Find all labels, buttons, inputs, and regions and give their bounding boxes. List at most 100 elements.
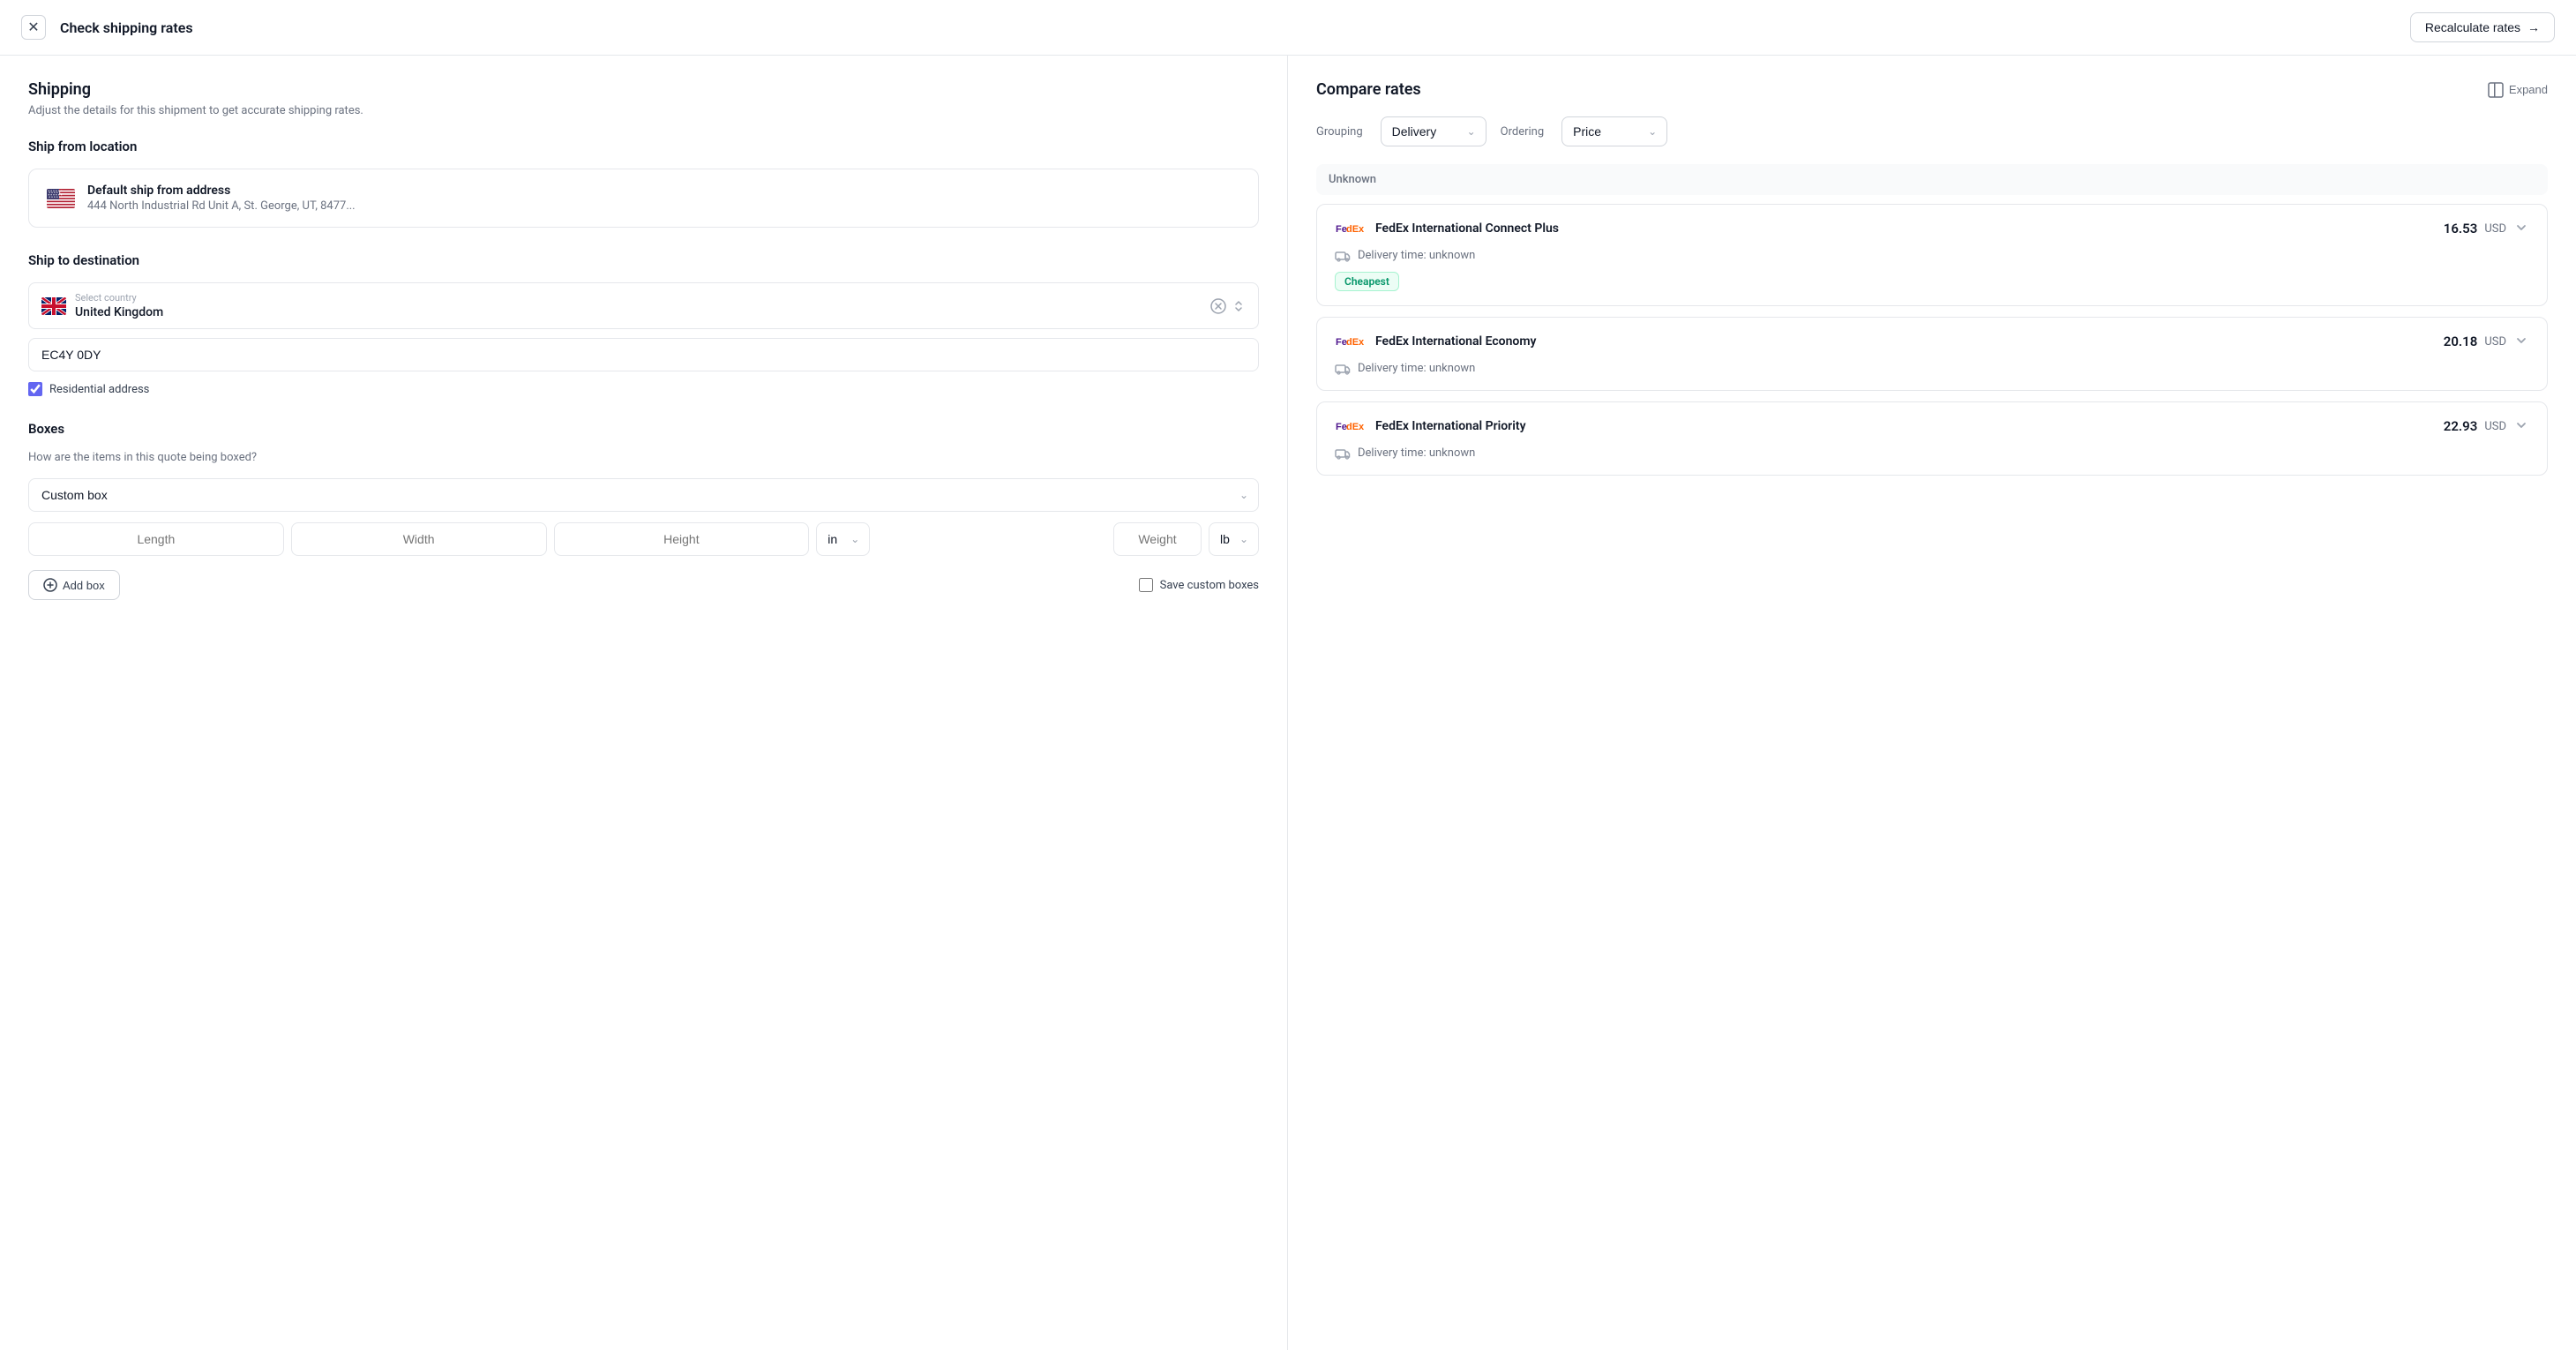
- ship-from-card: ★ ★ ★ ★ ★ ★ ★ ★ ★ ★ ★ ★ ★ ★ ★ ★ ★ ★ ★ ★ …: [28, 169, 1259, 228]
- rate-expand-button[interactable]: [2513, 333, 2529, 351]
- group-label: Unknown: [1316, 164, 2548, 195]
- boxes-title: Boxes: [28, 421, 1259, 437]
- weight-unit-wrapper: lb kg ⌄: [1209, 522, 1259, 556]
- dimension-unit-wrapper: in cm ⌄: [816, 522, 870, 556]
- us-flag-icon: ★ ★ ★ ★ ★ ★ ★ ★ ★ ★ ★ ★ ★ ★ ★ ★ ★ ★ ★ ★ …: [47, 189, 75, 208]
- ship-from-title: Ship from location: [28, 139, 1259, 154]
- chevron-updown-icon: [1232, 299, 1246, 313]
- destination-section: Ship to destination Select country Unite…: [28, 252, 1259, 396]
- svg-text:Fe: Fe: [1336, 224, 1347, 235]
- fedex-logo-icon: Fe dEx: [1335, 332, 1367, 351]
- weight-unit-select[interactable]: lb kg: [1209, 522, 1259, 556]
- save-custom-label: Save custom boxes: [1160, 579, 1259, 592]
- country-select[interactable]: Select country United Kingdom: [28, 282, 1259, 329]
- rate-expand-button[interactable]: [2513, 220, 2529, 238]
- compare-title: Compare rates: [1316, 80, 1421, 99]
- rate-card[interactable]: Fe dEx FedEx International Connect Plus …: [1316, 204, 2548, 306]
- recalculate-button[interactable]: Recalculate rates →: [2410, 12, 2555, 42]
- rate-price: 22.93 USD: [2444, 417, 2529, 436]
- chevron-down-icon: [2513, 220, 2529, 236]
- recalculate-label: Recalculate rates: [2425, 20, 2520, 34]
- price-amount: 20.18: [2444, 334, 2478, 349]
- price-currency: USD: [2484, 420, 2506, 433]
- box-type-select[interactable]: Custom box Predefined box: [28, 478, 1259, 512]
- dimensions-row: in cm ⌄ lb kg ⌄: [28, 522, 1259, 556]
- delivery-row: Delivery time: unknown: [1335, 247, 2529, 263]
- chevron-down-icon: [2513, 333, 2529, 349]
- length-input[interactable]: [28, 522, 284, 556]
- rate-expand-button[interactable]: [2513, 417, 2529, 436]
- rate-price: 20.18 USD: [2444, 333, 2529, 351]
- boxes-footer: Add box Save custom boxes: [28, 570, 1259, 600]
- delivery-time: Delivery time: unknown: [1358, 362, 1475, 375]
- fedex-carrier-icon: Fe dEx: [1335, 219, 1367, 238]
- recalculate-arrow-icon: →: [2527, 20, 2540, 34]
- svg-text:dEx: dEx: [1346, 337, 1365, 348]
- delivery-row: Delivery time: unknown: [1335, 445, 2529, 461]
- svg-text:dEx: dEx: [1346, 422, 1365, 432]
- header: ✕ Check shipping rates Recalculate rates…: [0, 0, 2576, 56]
- add-box-button[interactable]: Add box: [28, 570, 120, 600]
- rate-card-header: Fe dEx FedEx International Priority 22.9…: [1335, 416, 2529, 436]
- chevron-down-icon: [2513, 417, 2529, 433]
- expand-icon: [2488, 82, 2504, 98]
- country-value: United Kingdom: [75, 305, 163, 319]
- add-box-icon: [43, 578, 57, 592]
- rate-cards-container: Fe dEx FedEx International Connect Plus …: [1316, 204, 2548, 476]
- price-currency: USD: [2484, 222, 2506, 236]
- ship-from-name: Default ship from address: [87, 184, 356, 198]
- fedex-carrier-icon: Fe dEx: [1335, 332, 1367, 351]
- ordering-label: Ordering: [1501, 125, 1545, 139]
- close-button[interactable]: ✕: [21, 15, 46, 40]
- grouping-select[interactable]: Delivery Carrier Service: [1381, 116, 1486, 146]
- grouping-select-wrapper: Delivery Carrier Service ⌄: [1381, 116, 1486, 146]
- fedex-logo-icon: Fe dEx: [1335, 416, 1367, 436]
- cheapest-badge: Cheapest: [1335, 272, 1399, 291]
- height-input[interactable]: [554, 522, 810, 556]
- fedex-carrier-icon: Fe dEx: [1335, 416, 1367, 436]
- carrier-name: FedEx International Connect Plus: [1375, 221, 1559, 236]
- delivery-time: Delivery time: unknown: [1358, 446, 1475, 460]
- country-actions: [1210, 298, 1246, 314]
- carrier-name: FedEx International Priority: [1375, 419, 1526, 433]
- rate-card[interactable]: Fe dEx FedEx International Priority 22.9…: [1316, 401, 2548, 476]
- compare-header: Compare rates Expand: [1316, 80, 2548, 99]
- delivery-time: Delivery time: unknown: [1358, 249, 1475, 262]
- country-info: Select country United Kingdom: [75, 292, 163, 319]
- rate-carrier: Fe dEx FedEx International Priority: [1335, 416, 1526, 436]
- dimension-unit-select[interactable]: in cm: [816, 522, 870, 556]
- clear-icon: [1210, 298, 1226, 314]
- price-currency: USD: [2484, 335, 2506, 349]
- rate-price: 16.53 USD: [2444, 220, 2529, 238]
- carrier-name: FedEx International Economy: [1375, 334, 1536, 349]
- postcode-input[interactable]: [28, 338, 1259, 371]
- save-custom-checkbox[interactable]: [1139, 578, 1153, 592]
- rate-carrier: Fe dEx FedEx International Economy: [1335, 332, 1536, 351]
- rate-card-header: Fe dEx FedEx International Economy 20.18…: [1335, 332, 2529, 351]
- box-type-select-wrapper: Custom box Predefined box ⌄: [28, 478, 1259, 512]
- country-chevron-button[interactable]: [1232, 299, 1246, 313]
- delivery-row: Delivery time: unknown: [1335, 360, 2529, 376]
- header-left: ✕ Check shipping rates: [21, 15, 193, 40]
- width-input[interactable]: [291, 522, 547, 556]
- price-amount: 16.53: [2444, 221, 2478, 236]
- boxes-desc: How are the items in this quote being bo…: [28, 451, 1259, 464]
- clear-country-button[interactable]: [1210, 298, 1226, 314]
- save-custom-box-row: Save custom boxes: [1139, 578, 1259, 592]
- svg-text:★ ★ ★ ★ ★: ★ ★ ★ ★ ★: [49, 195, 61, 199]
- grouping-label: Grouping: [1316, 125, 1363, 139]
- country-label: Select country: [75, 292, 163, 304]
- ship-to-title: Ship to destination: [28, 252, 1259, 268]
- delivery-truck-icon: [1335, 445, 1351, 461]
- fedex-logo-icon: Fe dEx: [1335, 219, 1367, 238]
- main-content: Shipping Adjust the details for this shi…: [0, 56, 2576, 1350]
- ordering-select[interactable]: Price Speed Carrier: [1561, 116, 1667, 146]
- expand-button[interactable]: Expand: [2488, 82, 2548, 98]
- uk-flag-icon: [41, 297, 66, 315]
- residential-checkbox[interactable]: [28, 382, 42, 396]
- weight-input[interactable]: [1113, 522, 1202, 556]
- rate-card[interactable]: Fe dEx FedEx International Economy 20.18…: [1316, 317, 2548, 391]
- filter-row: Grouping Delivery Carrier Service ⌄ Orde…: [1316, 116, 2548, 146]
- left-panel: Shipping Adjust the details for this shi…: [0, 56, 1288, 1350]
- expand-label: Expand: [2509, 83, 2548, 96]
